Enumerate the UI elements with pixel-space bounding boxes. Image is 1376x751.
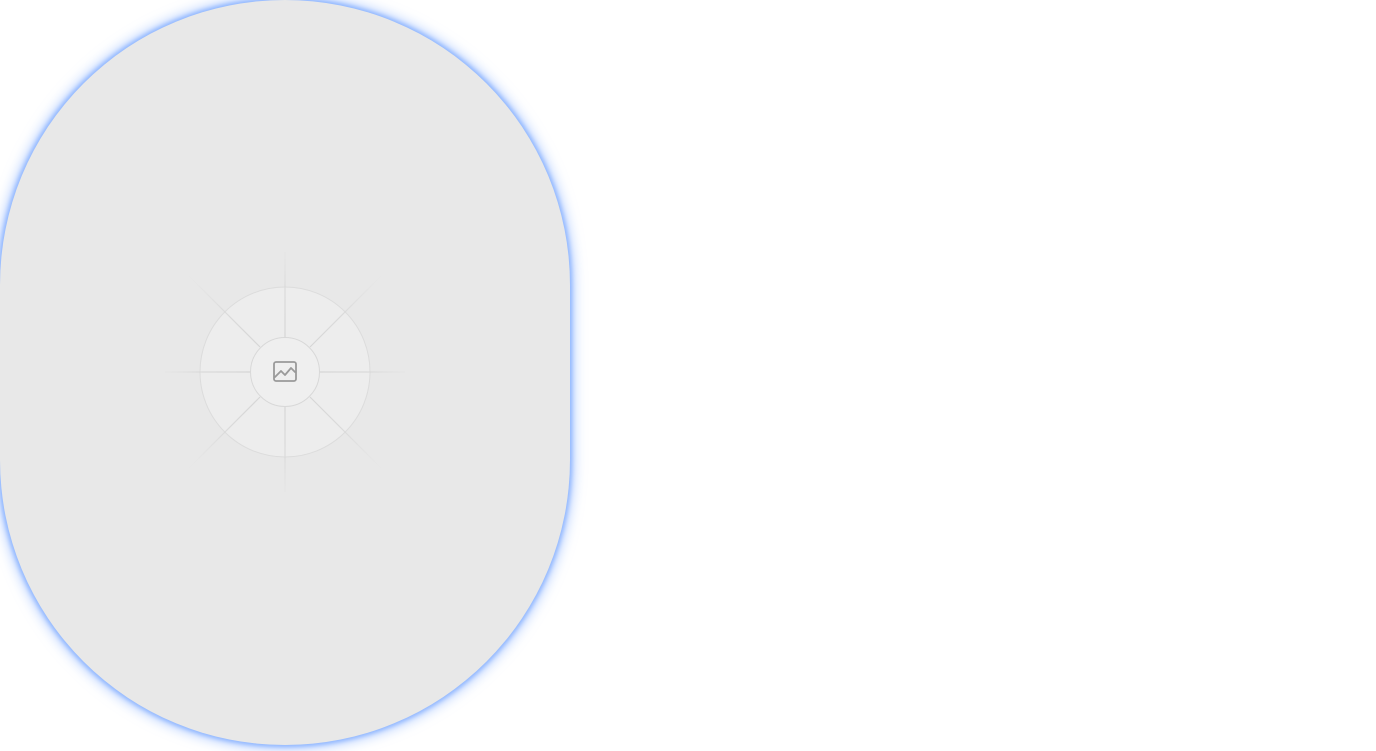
page	[0, 0, 1376, 751]
placeholder-icon-circle	[250, 337, 320, 407]
image-icon	[273, 361, 297, 382]
image-placeholder[interactable]	[0, 0, 570, 745]
